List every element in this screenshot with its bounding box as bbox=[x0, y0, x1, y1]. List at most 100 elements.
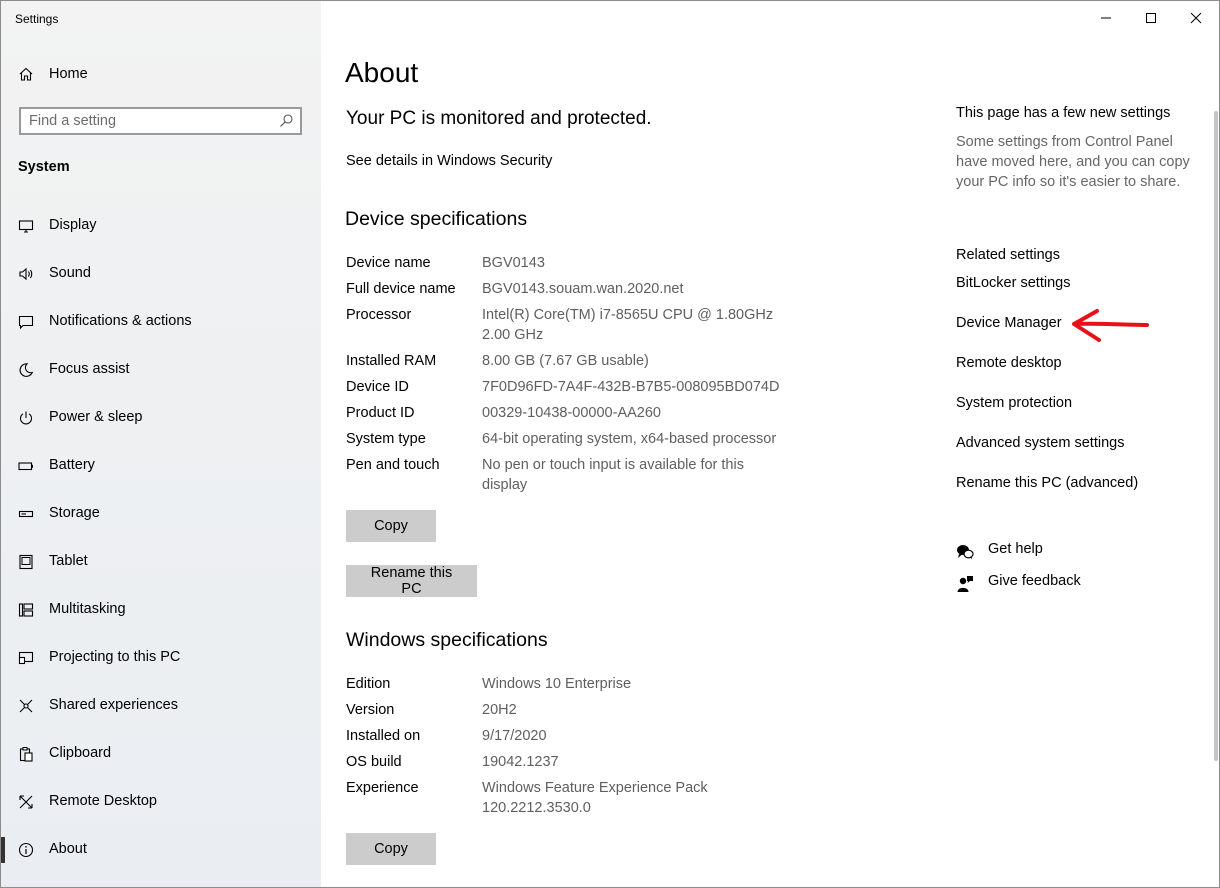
home-icon bbox=[17, 65, 35, 83]
spec-row: Pen and touch No pen or touch input is av… bbox=[346, 455, 806, 495]
sidebar-item-label: Remote Desktop bbox=[49, 793, 157, 809]
sidebar-item-battery[interactable]: Battery bbox=[1, 449, 321, 497]
sidebar-item-label: Display bbox=[49, 217, 97, 233]
spec-value: 00329-10438-00000-AA260 bbox=[482, 405, 661, 421]
sidebar-item-focus-assist[interactable]: Focus assist bbox=[1, 353, 321, 401]
spec-label: Device ID bbox=[346, 379, 409, 395]
sidebar: Settings Home System Display Sound bbox=[1, 1, 321, 887]
storage-icon bbox=[17, 505, 35, 523]
sidebar-item-label: Focus assist bbox=[49, 361, 130, 377]
spec-label: OS build bbox=[346, 754, 402, 770]
spec-value: Windows Feature Experience Pack 120.2212… bbox=[482, 780, 708, 816]
new-settings-description: Some settings from Control Panel have mo… bbox=[956, 134, 1190, 190]
spec-row: Edition Windows 10 Enterprise bbox=[346, 674, 806, 694]
minimize-button[interactable] bbox=[1083, 1, 1129, 35]
sidebar-nav: Display Sound Notifications & actions Fo… bbox=[1, 209, 321, 881]
sidebar-item-notifications[interactable]: Notifications & actions bbox=[1, 305, 321, 353]
spec-value: Windows 10 Enterprise bbox=[482, 676, 632, 692]
shared-icon bbox=[17, 697, 35, 715]
sidebar-item-label: Clipboard bbox=[49, 745, 112, 761]
settings-window: Settings Home System Display Sound bbox=[0, 0, 1220, 888]
spec-label: Experience bbox=[346, 780, 419, 796]
sound-icon bbox=[17, 265, 35, 283]
advanced-system-settings-link[interactable]: Advanced system settings bbox=[956, 435, 1124, 451]
spec-label: Edition bbox=[346, 676, 391, 692]
sidebar-item-sound[interactable]: Sound bbox=[1, 257, 321, 305]
spec-label: Full device name bbox=[346, 281, 456, 297]
search-icon[interactable] bbox=[278, 113, 294, 129]
device-specs-heading: Device specifications bbox=[345, 208, 528, 230]
device-manager-link[interactable]: Device Manager bbox=[956, 315, 1062, 331]
close-icon bbox=[1190, 12, 1202, 24]
spec-value: Intel(R) Core(TM) i7-8565U CPU @ 1.80GHz… bbox=[482, 307, 774, 343]
tablet-icon bbox=[17, 553, 35, 571]
remote-desktop-link[interactable]: Remote desktop bbox=[956, 355, 1062, 371]
sidebar-section-title: System bbox=[18, 159, 70, 175]
give-feedback-label: Give feedback bbox=[988, 573, 1081, 589]
get-help-label: Get help bbox=[988, 541, 1043, 557]
sidebar-item-label: Multitasking bbox=[49, 601, 126, 617]
spec-row: Device ID 7F0D96FD-7A4F-432B-B7B5-008095B… bbox=[346, 377, 806, 397]
minimize-icon bbox=[1101, 17, 1111, 19]
search-box[interactable] bbox=[19, 107, 302, 135]
rename-pc-advanced-link[interactable]: Rename this PC (advanced) bbox=[956, 475, 1138, 491]
sidebar-item-power-sleep[interactable]: Power & sleep bbox=[1, 401, 321, 449]
sidebar-item-storage[interactable]: Storage bbox=[1, 497, 321, 545]
spec-row: Device name BGV0143 bbox=[346, 253, 806, 273]
maximize-button[interactable] bbox=[1128, 1, 1174, 35]
windows-specs-heading: Windows specifications bbox=[346, 629, 548, 651]
spec-value: 7F0D96FD-7A4F-432B-B7B5-008095BD074D bbox=[482, 379, 780, 395]
new-settings-heading: This page has a few new settings bbox=[956, 105, 1171, 121]
spec-label: Installed RAM bbox=[346, 353, 437, 369]
spec-row: Version 20H2 bbox=[346, 700, 806, 720]
bitlocker-settings-link[interactable]: BitLocker settings bbox=[956, 275, 1070, 291]
spec-value: 8.00 GB (7.67 GB usable) bbox=[482, 353, 649, 369]
windows-security-link[interactable]: See details in Windows Security bbox=[346, 153, 552, 169]
sidebar-item-label: About bbox=[49, 841, 87, 857]
sidebar-item-tablet[interactable]: Tablet bbox=[1, 545, 321, 593]
spec-value: BGV0143 bbox=[482, 255, 545, 271]
spec-value: No pen or touch input is available for t… bbox=[482, 457, 744, 493]
scrollbar[interactable] bbox=[1214, 111, 1218, 761]
spec-row: Installed on 9/17/2020 bbox=[346, 726, 806, 746]
sidebar-item-clipboard[interactable]: Clipboard bbox=[1, 737, 321, 785]
spec-row: Experience Windows Feature Experience Pac… bbox=[346, 778, 806, 818]
sidebar-item-projecting[interactable]: Projecting to this PC bbox=[1, 641, 321, 689]
device-specs-table: Device name BGV0143 Full device name BGV01… bbox=[346, 253, 806, 501]
spec-row: OS build 19042.1237 bbox=[346, 752, 806, 772]
spec-label: Installed on bbox=[346, 728, 421, 744]
sidebar-item-label: Tablet bbox=[49, 553, 88, 569]
remote-desktop-icon bbox=[17, 793, 35, 811]
close-button[interactable] bbox=[1173, 1, 1219, 35]
rename-pc-button[interactable]: Rename this PC bbox=[346, 565, 477, 597]
spec-label: Product ID bbox=[346, 405, 415, 421]
sidebar-item-multitasking[interactable]: Multitasking bbox=[1, 593, 321, 641]
feedback-icon bbox=[956, 575, 974, 593]
red-arrow-annotation bbox=[1072, 309, 1149, 342]
sidebar-item-shared-experiences[interactable]: Shared experiences bbox=[1, 689, 321, 737]
projecting-icon bbox=[17, 649, 35, 667]
related-settings-heading: Related settings bbox=[956, 247, 1060, 263]
spec-row: Product ID 00329-10438-00000-AA260 bbox=[346, 403, 806, 423]
search-input[interactable] bbox=[29, 112, 269, 130]
spec-value: 64-bit operating system, x64-based proce… bbox=[482, 431, 777, 447]
copy-windows-specs-button[interactable]: Copy bbox=[346, 833, 436, 865]
sidebar-item-label: Power & sleep bbox=[49, 409, 143, 425]
sidebar-item-home[interactable]: Home bbox=[1, 61, 321, 89]
copy-device-specs-button[interactable]: Copy bbox=[346, 510, 436, 542]
spec-row: Installed RAM 8.00 GB (7.67 GB usable) bbox=[346, 351, 806, 371]
spec-row: System type 64-bit operating system, x64-… bbox=[346, 429, 806, 449]
sidebar-item-display[interactable]: Display bbox=[1, 209, 321, 257]
system-protection-link[interactable]: System protection bbox=[956, 395, 1072, 411]
multitasking-icon bbox=[17, 601, 35, 619]
sidebar-item-remote-desktop[interactable]: Remote Desktop bbox=[1, 785, 321, 833]
battery-icon bbox=[17, 457, 35, 475]
sidebar-item-about[interactable]: About bbox=[1, 833, 321, 881]
sidebar-item-label: Sound bbox=[49, 265, 91, 281]
spec-value: 9/17/2020 bbox=[482, 728, 547, 744]
sidebar-item-label: Storage bbox=[49, 505, 100, 521]
spec-label: Version bbox=[346, 702, 395, 718]
clipboard-icon bbox=[17, 745, 35, 763]
spec-label: Processor bbox=[346, 307, 412, 323]
display-icon bbox=[17, 217, 35, 235]
